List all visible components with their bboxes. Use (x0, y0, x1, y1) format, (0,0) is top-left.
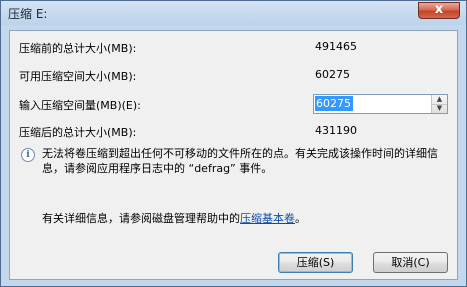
title-bar: 压缩 E: x (1, 1, 466, 25)
detail-suffix: 。 (295, 212, 306, 225)
stepper-down-icon[interactable]: ▼ (432, 104, 447, 113)
total-before-label: 压缩前的总计大小(MB): (19, 42, 137, 55)
window-title: 压缩 E: (8, 7, 48, 21)
total-after-value: 431190 (313, 122, 449, 141)
dialog-client-area: 压缩前的总计大小(MB): 491465 可用压缩空间大小(MB): 60275… (9, 30, 458, 280)
total-after-label: 压缩后的总计大小(MB): (19, 126, 137, 139)
shrink-amount-stepper[interactable]: 60275 ▲ ▼ (313, 94, 448, 114)
shrink-amount-label: 输入压缩空间量(MB)(E): (19, 99, 141, 112)
shrink-button[interactable]: 压缩(S) (278, 252, 353, 273)
info-message: 无法将卷压缩到超出任何不可移动的文件所在的点。有关完成该操作时间的详细信息，请参… (42, 147, 438, 175)
cancel-button[interactable]: 取消(C) (373, 252, 448, 273)
detail-text: 有关详细信息，请参阅磁盘管理帮助中的压缩基本卷。 (42, 210, 306, 226)
available-space-value: 60275 (313, 66, 449, 85)
total-before-value: 491465 (313, 38, 449, 57)
shrink-dialog: 压缩 E: x 压缩前的总计大小(MB): 491465 可用压缩空间大小(MB… (0, 0, 467, 287)
shrink-amount-input[interactable]: 60275 (315, 96, 353, 111)
close-button[interactable]: x (418, 2, 460, 19)
shrink-basic-volume-link[interactable]: 压缩基本卷 (240, 212, 295, 225)
close-icon: x (434, 2, 444, 17)
detail-prefix: 有关详细信息，请参阅磁盘管理帮助中的 (42, 212, 240, 225)
available-space-label: 可用压缩空间大小(MB): (19, 70, 137, 83)
info-icon: i (21, 148, 35, 162)
stepper-buttons: ▲ ▼ (431, 95, 447, 113)
